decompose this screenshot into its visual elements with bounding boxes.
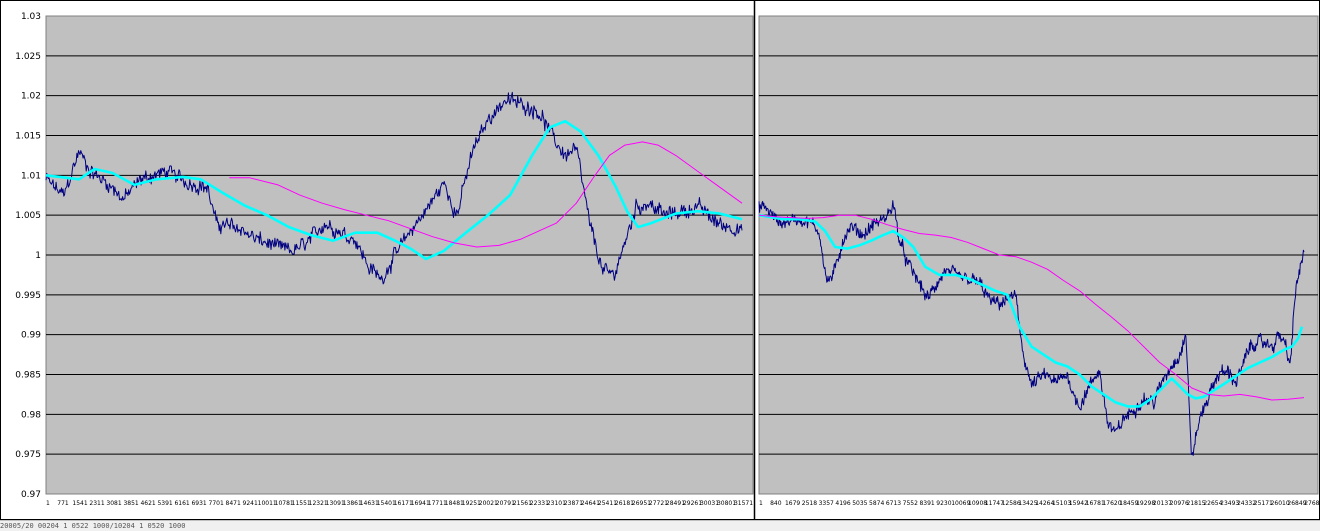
chart-panel-1: 1.03 1.025 1.02 1.015 1.01 1.005 1 0.995 0.99 0.9… [15,12,754,507]
y-tick-label: 1 [35,251,41,261]
x-tick-label: 6713 [886,500,901,507]
x-tick-label: 6161 [174,500,189,507]
y-tick-label: 1.03 [21,12,41,22]
x-tick-label: 7701 [209,500,224,507]
x-tick-label: 31571 [734,500,753,507]
x-tick-label: 1 [759,500,763,507]
y-tick-label: 1.005 [15,211,41,221]
x-tick-label: 3851 [123,500,138,507]
y-tick-label: 0.98 [21,410,41,420]
x-tick-label: 4621 [140,500,155,507]
y-tick-label: 0.97 [21,490,41,500]
x-tick-label: 3357 [819,500,834,507]
x-tick-label: 6931 [191,500,206,507]
x-tick-label: 8471 [226,500,241,507]
y-tick-label: 1.02 [21,92,41,102]
x-tick-label: 9230 [936,500,951,507]
x-tick-label: 2518 [802,500,817,507]
x-tick-label: 5391 [157,500,172,507]
x-tick-label: 5874 [869,500,884,507]
y-tick-label: 1.025 [15,52,41,62]
status-text: 20005/20 00204 1 0522 1000/10204 1 0520 … [0,522,186,530]
x-tick-label: 840 [770,500,782,507]
x-tick-label: 1541 [72,500,87,507]
y-tick-label: 0.995 [15,291,41,301]
charts-canvas: 1.03 1.025 1.02 1.015 1.01 1.005 1 0.995 0.99 0.9… [0,0,1320,520]
x-tick-label: 27688 [1304,500,1320,507]
x-tick-label: 1 [46,500,50,507]
status-strip: 20005/20 00204 1 0522 1000/10204 1 0520 … [0,520,1320,531]
x-tick-label: 8391 [919,500,934,507]
y-tick-label: 1.015 [15,132,41,142]
y-tick-label: 0.985 [15,371,41,381]
x-tick-label: 771 [57,500,69,507]
x-tick-label: 3081 [106,500,121,507]
x-tick-label: 1679 [785,500,800,507]
x-tick-label: 7552 [903,500,918,507]
y-tick-label: 0.99 [21,331,41,341]
x-tick-label: 2311 [89,500,104,507]
y-tick-label: 0.975 [15,450,41,460]
x-tick-label: 9241 [243,500,258,507]
x-tick-label: 5035 [852,500,867,507]
x-tick-label: 4196 [835,500,850,507]
chart-panel-2: 1 840 1679 2518 3357 4196 5035 5874 6713 7552 8391… [758,15,1320,507]
y-tick-label: 1.01 [21,171,41,181]
